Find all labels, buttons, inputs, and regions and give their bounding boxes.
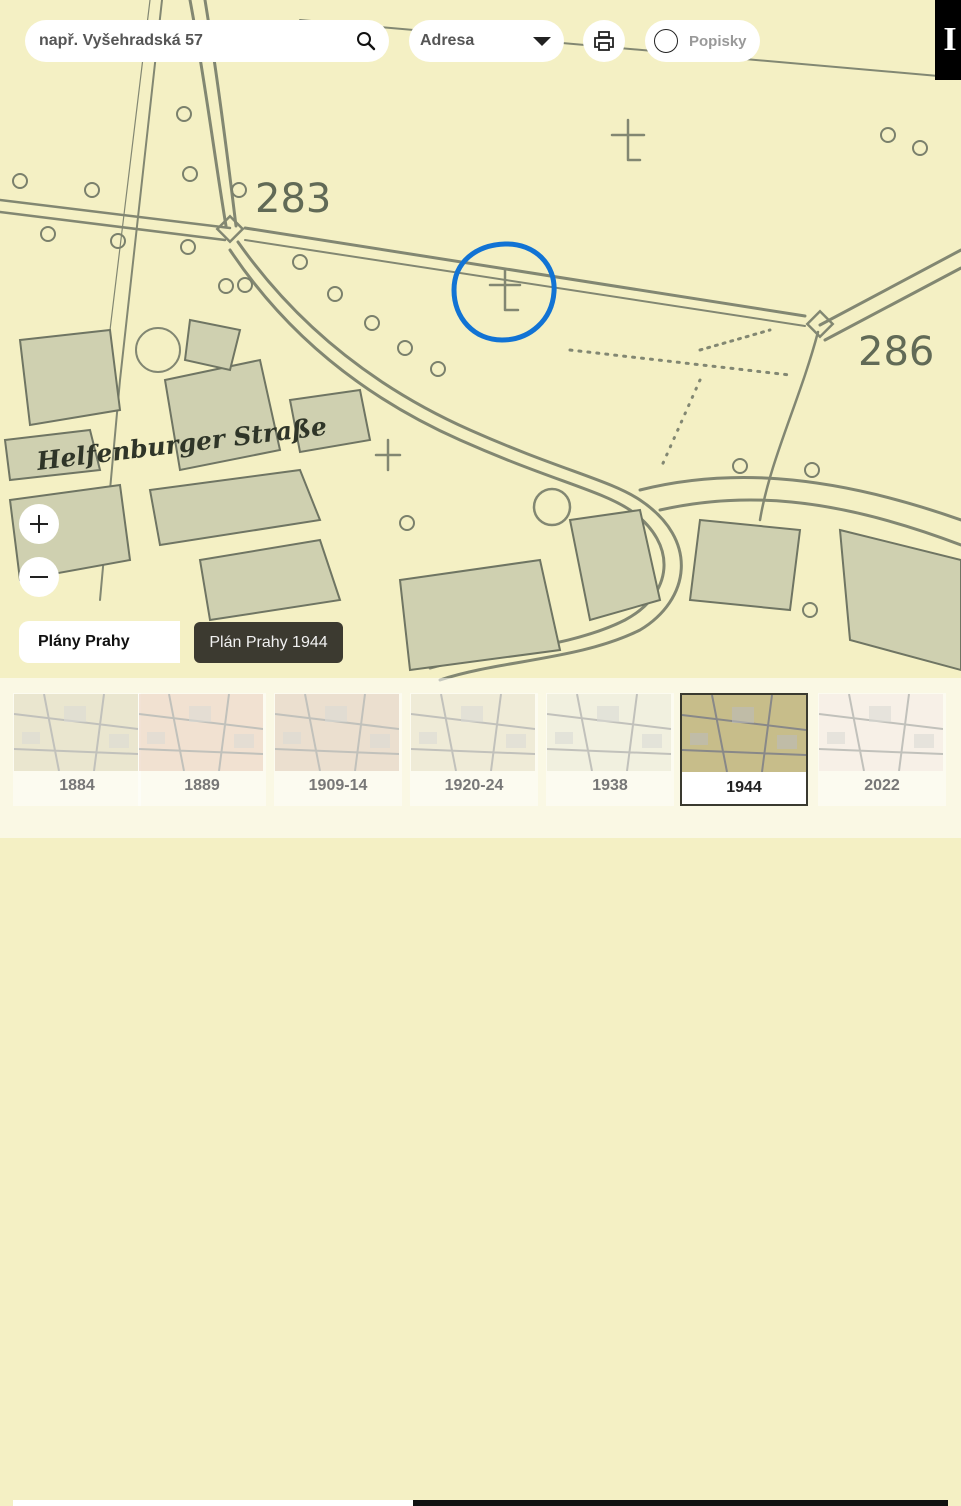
timeline-thumbnail <box>139 694 263 771</box>
current-map-label: Plán Prahy 1944 <box>209 633 328 651</box>
minus-icon <box>30 576 48 578</box>
corner-tab[interactable]: I <box>935 0 961 80</box>
timeline-item-1909-14[interactable]: 1909-14 <box>274 693 402 806</box>
timeline-thumbnail <box>547 694 671 771</box>
timeline-year-label: 1938 <box>592 777 628 794</box>
timeline-item-1889[interactable]: 1889 <box>138 693 266 806</box>
corner-tab-label: I <box>943 21 957 58</box>
timeline-item-1920-24[interactable]: 1920-24 <box>410 693 538 806</box>
search-icon[interactable] <box>355 30 377 52</box>
timeline-thumbnail <box>275 694 399 771</box>
timeline-scrollbar[interactable] <box>13 1500 948 1506</box>
map-set-button[interactable]: Plány Prahy <box>19 621 180 663</box>
print-button[interactable] <box>583 20 625 62</box>
timeline-scrollbar-thumb[interactable] <box>413 1500 948 1506</box>
timeline-year-label: 1920-24 <box>444 777 504 794</box>
timeline-item-1938[interactable]: 1938 <box>546 693 674 806</box>
plus-icon <box>30 515 48 533</box>
timeline-year-label: 1909-14 <box>308 777 368 794</box>
timeline-thumbnail <box>819 694 943 771</box>
labels-toggle[interactable]: Popisky <box>645 20 760 62</box>
timeline-thumbnail <box>411 694 535 771</box>
toggle-circle-icon <box>654 29 678 53</box>
timeline-thumbnail <box>14 694 138 771</box>
zoom-in-button[interactable] <box>19 504 59 544</box>
search-box <box>25 20 389 62</box>
print-icon <box>594 31 614 51</box>
map-label-286: 286 <box>858 329 934 375</box>
timeline-year-label: 1889 <box>184 777 220 794</box>
search-type-value: Adresa <box>420 32 475 49</box>
timeline-year-label: 2022 <box>864 777 900 794</box>
timeline-year-label: 1884 <box>59 777 95 794</box>
timeline-item-2022[interactable]: 2022 <box>818 693 946 806</box>
zoom-out-button[interactable] <box>19 557 59 597</box>
timeline: 1884 1889 1909-14 1920-24 1938 1944 2022 <box>0 678 961 1506</box>
map-set-label: Plány Prahy <box>38 633 130 650</box>
map-label-283: 283 <box>255 176 331 222</box>
search-type-select[interactable]: Adresa <box>409 20 564 62</box>
current-map-name: Plán Prahy 1944 <box>194 622 343 663</box>
labels-toggle-label: Popisky <box>689 32 747 50</box>
timeline-item-1884[interactable]: 1884 <box>13 693 141 806</box>
timeline-thumbnail <box>682 695 806 772</box>
timeline-year-label: 1944 <box>726 779 762 796</box>
chevron-down-icon <box>533 36 551 46</box>
timeline-item-1944[interactable]: 1944 <box>680 693 808 806</box>
search-input[interactable] <box>37 31 355 51</box>
